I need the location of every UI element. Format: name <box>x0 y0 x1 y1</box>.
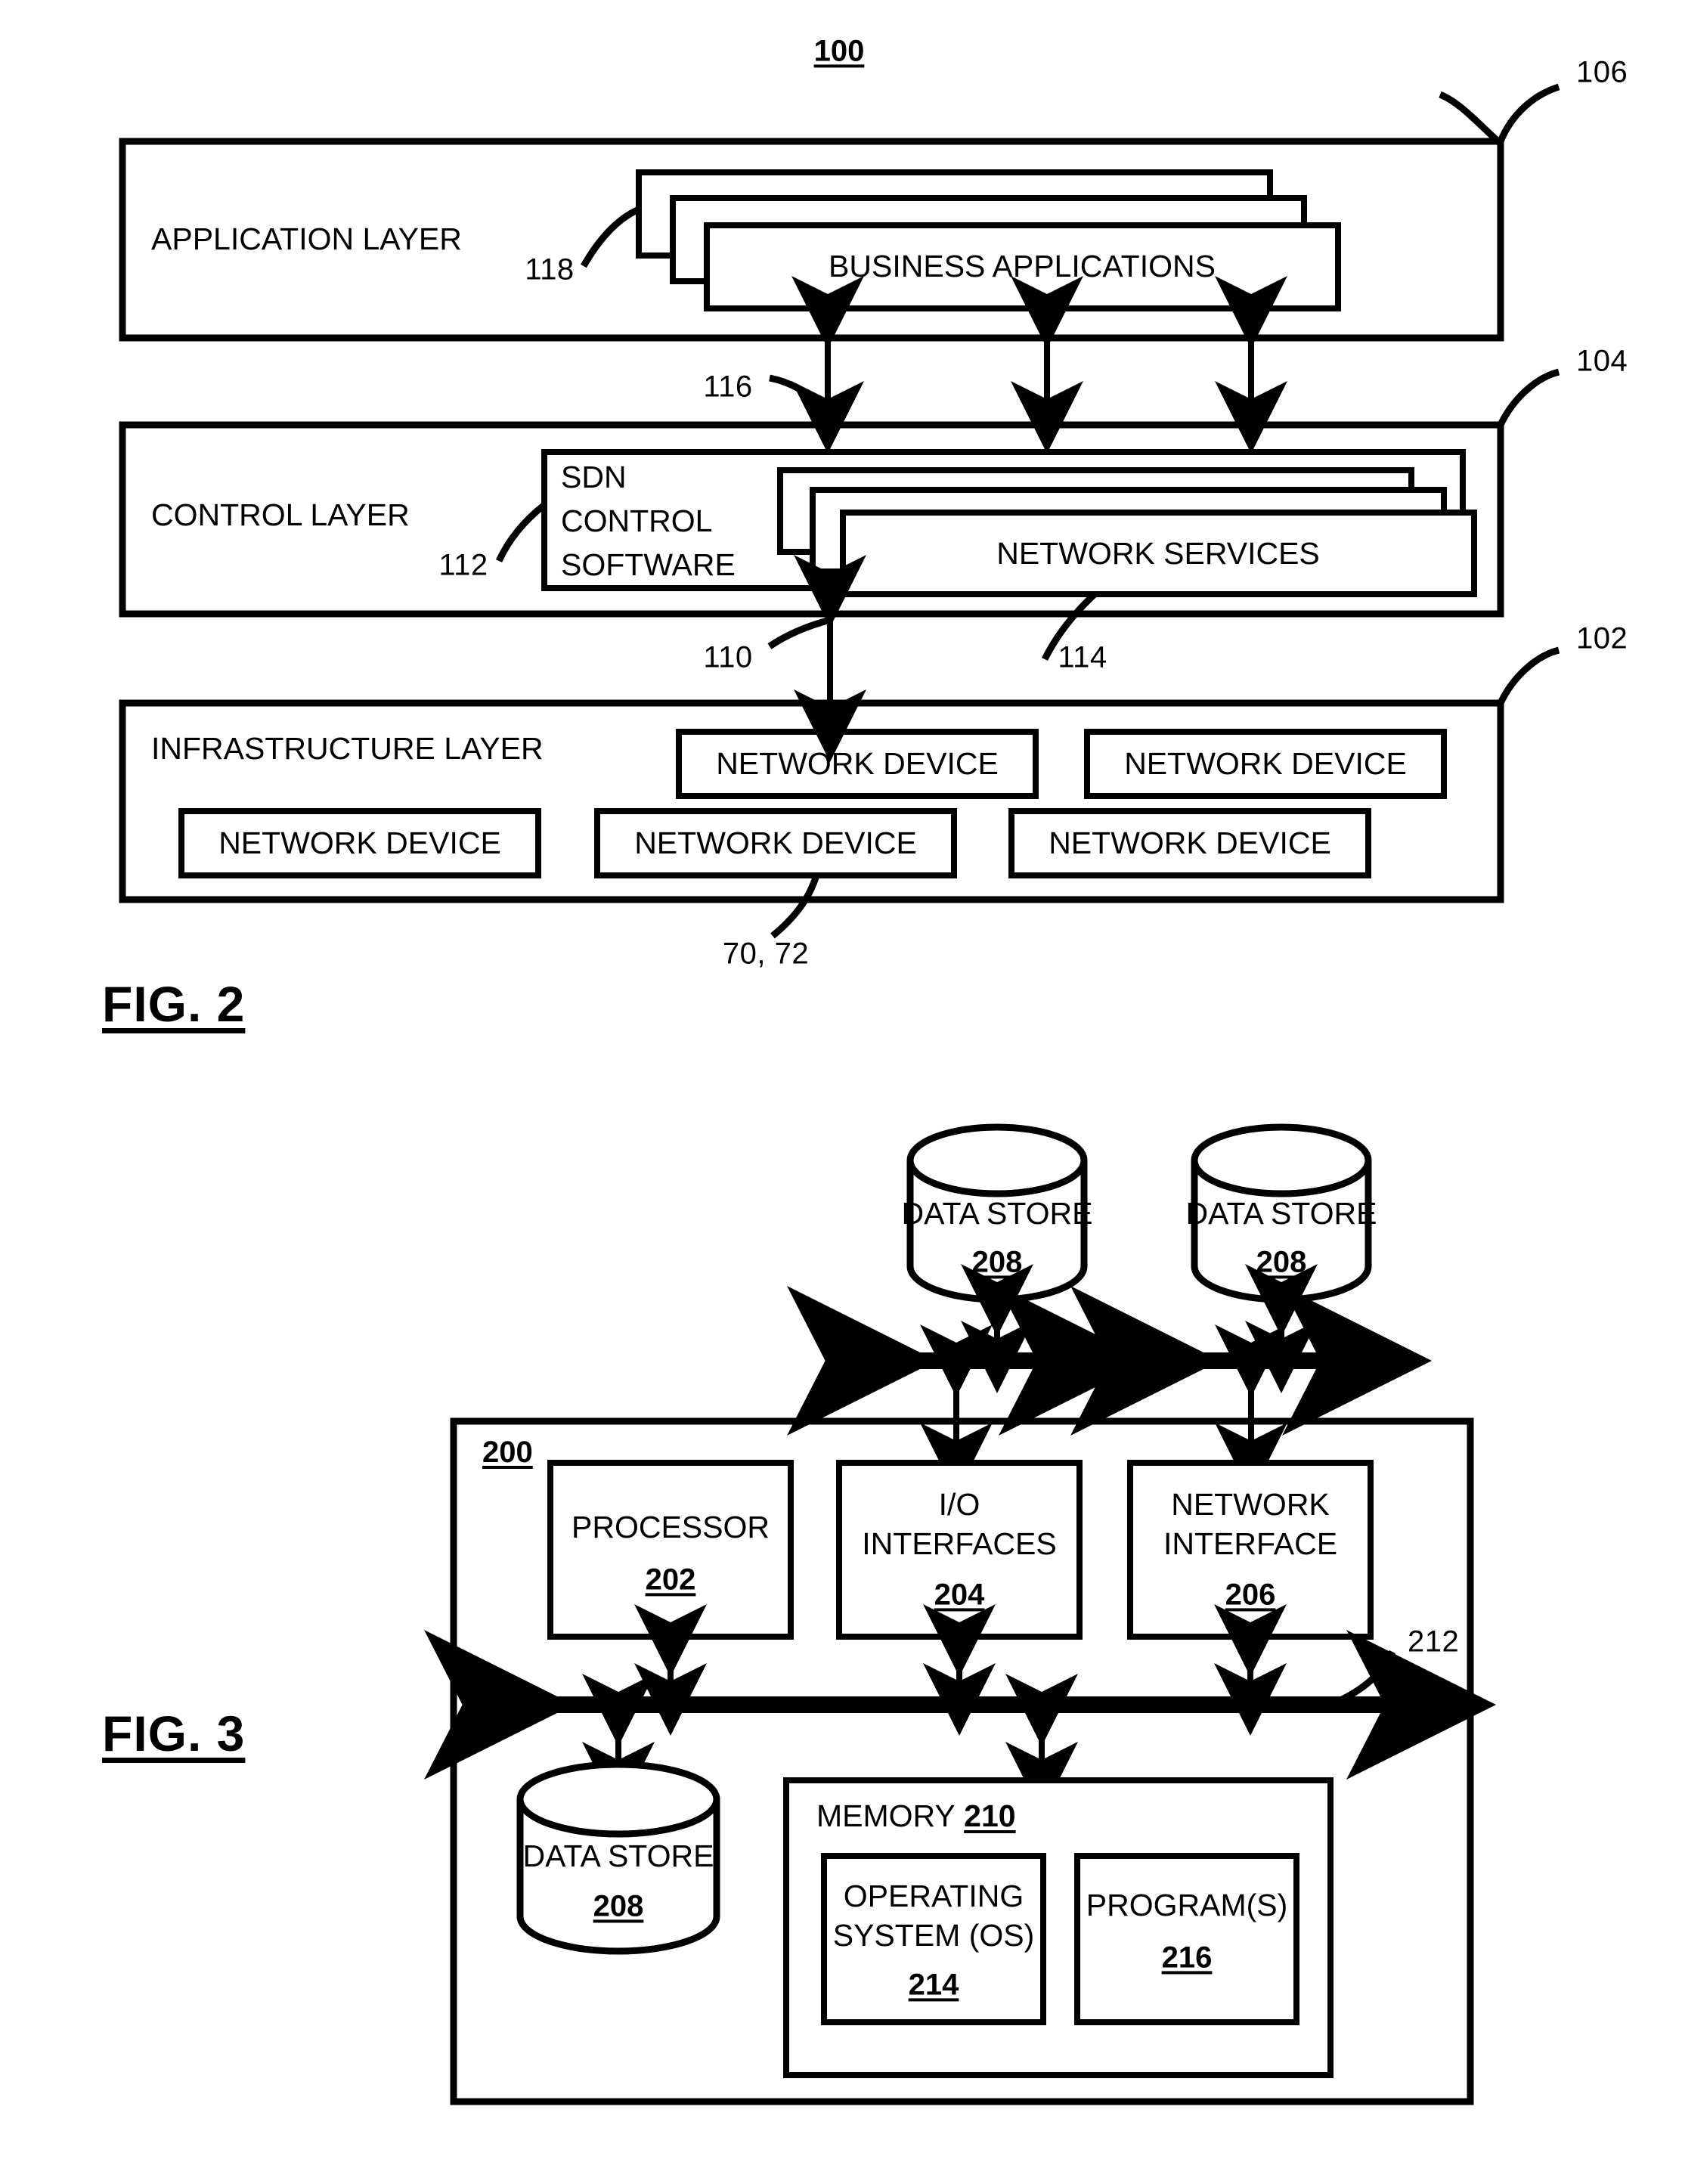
figure-2-caption: FIG. 2 <box>102 976 246 1032</box>
patent-figure-sheet: 100 106 APPLICATION LAYER 118 BUSINESS A… <box>0 0 1682 2184</box>
operating-system-label-line1: OPERATING <box>843 1878 1024 1913</box>
reference-70-72: 70, 72 <box>722 937 810 971</box>
application-layer-title: APPLICATION LAYER <box>151 221 462 256</box>
io-interfaces-label-line2: INTERFACES <box>862 1526 1057 1561</box>
io-interfaces-reference: 204 <box>934 1578 985 1612</box>
programs-label: PROGRAM(S) <box>1086 1887 1288 1922</box>
control-layer-title: CONTROL LAYER <box>151 497 410 532</box>
operating-system-label-line2: SYSTEM (OS) <box>832 1917 1035 1953</box>
reference-102: 102 <box>1576 621 1628 655</box>
network-device-label: NETWORK DEVICE <box>1124 745 1407 781</box>
business-applications-label: BUSINESS APPLICATIONS <box>829 248 1216 283</box>
programs-reference: 216 <box>1161 1941 1213 1975</box>
reference-104: 104 <box>1576 344 1628 378</box>
sdn-control-software-line3: SOFTWARE <box>561 547 736 582</box>
sdn-control-software-line1: SDN <box>561 460 627 494</box>
data-store-label: DATA STORE <box>522 1838 714 1873</box>
network-interface-label-line1: NETWORK <box>1171 1486 1330 1522</box>
sdn-control-software-line2: CONTROL <box>561 503 713 538</box>
data-store-label: DATA STORE <box>901 1195 1093 1231</box>
network-interface-label-line2: INTERFACE <box>1163 1526 1338 1561</box>
operating-system-reference: 214 <box>908 1968 959 2002</box>
network-device-label: NETWORK DEVICE <box>716 745 999 781</box>
processor-label: PROCESSOR <box>572 1509 770 1544</box>
infrastructure-layer-title: INFRASTRUCTURE LAYER <box>151 730 544 766</box>
reference-110: 110 <box>703 640 753 674</box>
data-store-label: DATA STORE <box>1185 1195 1377 1231</box>
network-device-label: NETWORK DEVICE <box>634 825 917 860</box>
network-services-label: NETWORK SERVICES <box>996 535 1320 571</box>
diagram-artwork <box>119 83 1560 2105</box>
data-store-reference: 208 <box>593 1889 644 1923</box>
memory-title-text: MEMORY <box>816 1798 956 1833</box>
reference-112: 112 <box>438 548 488 582</box>
network-interface-reference: 206 <box>1225 1578 1276 1612</box>
reference-106: 106 <box>1576 55 1628 89</box>
figure2-top-reference: 100 <box>813 34 865 68</box>
reference-116: 116 <box>703 370 753 404</box>
network-device-label: NETWORK DEVICE <box>1049 825 1331 860</box>
data-store-reference: 208 <box>1256 1245 1307 1279</box>
memory-reference: 210 <box>964 1798 1016 1833</box>
processor-reference: 202 <box>645 1563 696 1597</box>
bus-reference-212: 212 <box>1408 1625 1460 1659</box>
reference-118: 118 <box>525 252 575 287</box>
system-reference-200: 200 <box>482 1436 533 1469</box>
reference-114: 114 <box>1058 640 1107 674</box>
data-store-reference: 208 <box>971 1245 1023 1279</box>
memory-title: MEMORY 210 <box>816 1798 1016 1834</box>
figure-3-caption: FIG. 3 <box>102 1705 246 1761</box>
io-interfaces-label-line1: I/O <box>938 1486 980 1522</box>
network-device-label: NETWORK DEVICE <box>218 825 501 860</box>
